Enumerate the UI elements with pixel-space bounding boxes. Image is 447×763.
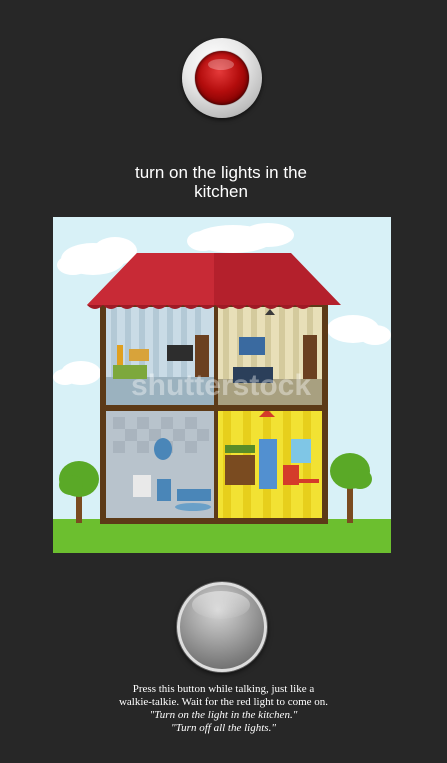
status-light-indicator	[182, 38, 262, 118]
instruction-line-1: turn on the lights in the	[134, 163, 307, 182]
house-illustration: shutterstock	[53, 217, 391, 553]
help-line-2: walkie-talkie. Wait for the red light to…	[118, 696, 329, 708]
instruction-line-2: kitchen	[194, 182, 248, 201]
red-light-icon	[195, 51, 249, 105]
help-line-1: Press this button while talking, just li…	[132, 683, 315, 695]
push-to-talk-button[interactable]	[177, 582, 267, 672]
example-command-1: "Turn on the light in the kitchen."	[149, 709, 298, 721]
help-text: Press this button while talking, just li…	[70, 683, 377, 735]
instruction-text: turn on the lights in the kitchen	[95, 163, 347, 201]
example-command-2: "Turn off all the lights."	[171, 722, 276, 734]
watermark-text: shutterstock	[131, 369, 311, 402]
